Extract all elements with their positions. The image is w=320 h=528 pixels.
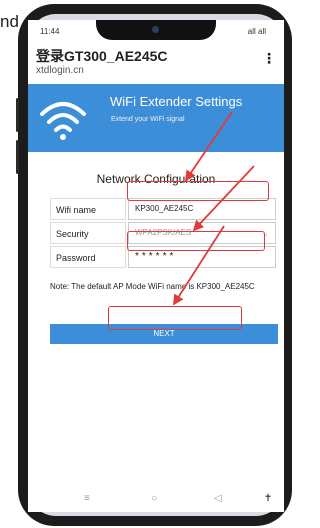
highlight-next xyxy=(108,306,242,330)
android-nav-bar: ≡ ○ ◁ ✝ xyxy=(28,488,284,512)
wifi-name-label: Wifi name xyxy=(50,198,126,220)
accessibility-icon[interactable]: ✝ xyxy=(264,493,272,504)
notch xyxy=(96,20,216,40)
highlight-wifi-name xyxy=(127,181,269,201)
kebab-menu-icon[interactable]: ⋮ xyxy=(262,50,276,67)
wifi-icon xyxy=(40,102,86,140)
password-label: Password xyxy=(50,246,126,268)
volume-button xyxy=(16,140,19,174)
banner-subtitle: Extend your WiFi signal xyxy=(111,116,185,123)
menu-nav-icon[interactable]: ≡ xyxy=(84,493,90,504)
banner-title: WiFi Extender Settings xyxy=(110,94,243,109)
page-title: 登录GT300_AE245C xyxy=(36,48,168,64)
wifi-name-input[interactable]: KP300_AE245C xyxy=(128,198,276,220)
camera-icon xyxy=(152,26,159,33)
url-text[interactable]: xtdlogin.cn xyxy=(36,65,84,76)
signal-icon: all all xyxy=(247,27,266,36)
form-row-wifi-name: Wifi name KP300_AE245C xyxy=(50,198,276,220)
home-nav-icon[interactable]: ○ xyxy=(151,493,157,504)
security-label: Security xyxy=(50,222,126,244)
volume-button xyxy=(16,98,19,132)
header-banner: WiFi Extender Settings Extend your WiFi … xyxy=(28,84,284,152)
status-bar: 11:44 all all xyxy=(28,20,284,42)
ap-mode-note: Note: The default AP Mode WiFi name is K… xyxy=(50,282,255,291)
highlight-password xyxy=(127,231,265,251)
browser-address-area[interactable]: 登录GT300_AE245C xtdlogin.cn ⋮ xyxy=(28,42,284,84)
cropped-text: nd xyxy=(0,12,19,31)
status-time: 11:44 xyxy=(40,27,60,36)
back-nav-icon[interactable]: ◁ xyxy=(214,493,222,504)
phone-screen: 11:44 all all 登录GT300_AE245C xtdlogin.cn… xyxy=(28,20,284,512)
